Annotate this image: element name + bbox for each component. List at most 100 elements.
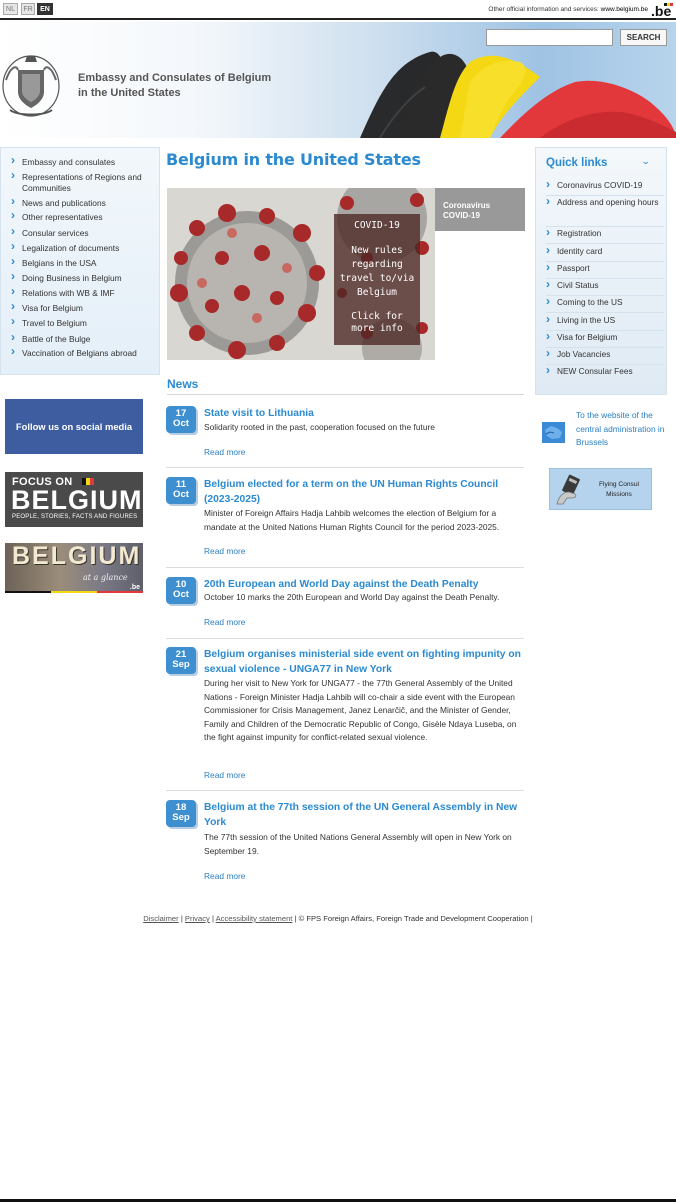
read-more-link[interactable]: Read more	[204, 871, 245, 881]
nav-item-visa[interactable]: Visa for Belgium	[11, 301, 157, 314]
language-nl[interactable]: NL	[3, 3, 18, 15]
flying-consul-banner[interactable]: Flying Consul Missions	[549, 468, 652, 510]
news-separator	[166, 790, 524, 791]
nav-item-relations-wb-imf[interactable]: Relations with WB & IMF	[11, 286, 157, 299]
covid-banner[interactable]: COVID-19 New rules regarding travel to/v…	[167, 188, 435, 360]
news-summary: Minister of Foreign Affairs Hadja Lahbib…	[204, 508, 500, 532]
covid-box-more: Click for more info	[351, 311, 403, 334]
news-date-month: Sep	[172, 812, 190, 823]
other-info: Other official information and services:…	[488, 6, 648, 13]
left-navigation: Embassy and consulates Representations o…	[0, 147, 160, 375]
covid-tab[interactable]: Coronavirus COVID-19	[435, 188, 525, 231]
news-summary: During her visit to New York for UNGA77 …	[204, 678, 517, 742]
news-separator	[166, 467, 524, 468]
news-summary: The 77th session of the United Nations G…	[204, 832, 512, 856]
news-divider	[167, 394, 524, 395]
quick-link-living-in-us[interactable]: Living in the US	[546, 313, 664, 331]
read-more-link[interactable]: Read more	[204, 770, 245, 780]
coat-of-arms-icon	[2, 55, 60, 117]
quick-link-address[interactable]: Address and opening hours	[546, 195, 664, 227]
quick-links-title: Quick links	[546, 157, 608, 169]
language-fr[interactable]: FR	[21, 3, 35, 15]
glance-title: BELGIUM	[12, 543, 142, 570]
quick-link-coming-to-us[interactable]: Coming to the US	[546, 295, 664, 313]
chevron-down-icon[interactable]: ⌄	[641, 156, 651, 167]
search-input[interactable]	[486, 29, 613, 46]
news-separator	[166, 638, 524, 639]
quick-link-civil-status[interactable]: Civil Status	[546, 278, 664, 296]
search-button[interactable]: SEARCH	[620, 29, 667, 46]
site-title[interactable]: Embassy and Consulates of Belgium in the…	[78, 71, 308, 101]
quick-link-job-vacancies[interactable]: Job Vacancies	[546, 347, 664, 365]
site-title-line1: Embassy and Consulates of Belgium	[78, 72, 272, 84]
read-more-link[interactable]: Read more	[204, 617, 245, 627]
news-date-badge: 17 Oct	[166, 406, 196, 433]
news-item: 11 Oct Belgium elected for a term on the…	[166, 477, 524, 568]
covid-box-text: New rules regarding travel to/via Belgiu…	[339, 245, 415, 298]
news-date-month: Oct	[173, 589, 189, 600]
page-title: Belgium in the United States	[166, 150, 421, 169]
news-heading: News	[167, 377, 199, 391]
nav-item-representations[interactable]: Representations of Regions and Communiti…	[11, 170, 157, 193]
focus-on-belgium-banner[interactable]: FOCUS ON BELGIUM PEOPLE, STORIES, FACTS …	[5, 472, 143, 527]
social-media-banner[interactable]: Follow us on social media	[5, 399, 143, 454]
nav-item-consular-services[interactable]: Consular services	[11, 226, 157, 239]
nav-item-vaccination[interactable]: Vaccination of Belgians abroad	[11, 346, 157, 359]
news-title[interactable]: Belgium elected for a term on the UN Hum…	[204, 477, 522, 507]
news-item: 17 Oct State visit to Lithuania Solidari…	[166, 406, 524, 468]
news-title[interactable]: State visit to Lithuania	[204, 406, 522, 421]
quick-link-passport[interactable]: Passport	[546, 261, 664, 279]
read-more-link[interactable]: Read more	[204, 447, 245, 457]
news-separator	[166, 567, 524, 568]
covid-tab-line2: COVID-19	[443, 211, 480, 220]
belgium-be-link[interactable]: www.belgium.be	[601, 6, 648, 13]
glance-be-logo: .be	[129, 584, 140, 591]
nav-item-other-representatives[interactable]: Other representatives	[11, 210, 157, 223]
news-title[interactable]: Belgium organises ministerial side event…	[204, 647, 522, 677]
nav-item-belgians-in-usa[interactable]: Belgians in the USA	[11, 256, 157, 269]
belgium-at-a-glance-banner[interactable]: BELGIUM at a glance .be	[5, 543, 143, 593]
focus-on-subtitle: PEOPLE, STORIES, FACTS AND FIGURES	[12, 514, 138, 520]
belgium-map-icon[interactable]	[542, 422, 565, 443]
quick-link-consular-fees[interactable]: NEW Consular Fees	[546, 364, 664, 382]
nav-item-doing-business[interactable]: Doing Business in Belgium	[11, 271, 157, 284]
news-date-badge: 18 Sep	[166, 800, 196, 827]
focus-on-title: BELGIUM	[11, 485, 143, 515]
quick-link-covid[interactable]: Coronavirus COVID-19	[546, 178, 664, 196]
language-en[interactable]: EN	[37, 3, 53, 15]
footer-separator: |	[530, 914, 533, 923]
news-date-badge: 10 Oct	[166, 577, 196, 604]
covid-tab-line1: Coronavirus	[443, 201, 491, 210]
news-title[interactable]: 20th European and World Day against the …	[204, 577, 522, 592]
news-date-month: Sep	[172, 659, 190, 670]
quick-link-visa[interactable]: Visa for Belgium	[546, 330, 664, 348]
belgium-be-logo[interactable]: .be	[650, 2, 674, 19]
news-date-month: Oct	[173, 418, 189, 429]
nav-item-legalization[interactable]: Legalization of documents	[11, 241, 157, 254]
covid-box-title: COVID-19	[354, 220, 400, 231]
news-item: 10 Oct 20th European and World Day again…	[166, 577, 524, 639]
quick-link-registration[interactable]: Registration	[546, 226, 664, 244]
covid-info-box: COVID-19 New rules regarding travel to/v…	[334, 214, 420, 345]
news-date-month: Oct	[173, 489, 189, 500]
nav-item-embassy-and-consulates[interactable]: Embassy and consulates	[11, 155, 157, 168]
central-administration-link[interactable]: To the website of the central administra…	[576, 409, 666, 450]
news-title[interactable]: Belgium at the 77th session of the UN Ge…	[204, 800, 522, 830]
disclaimer-link[interactable]: Disclaimer	[143, 914, 178, 923]
read-more-link[interactable]: Read more	[204, 546, 245, 556]
quick-link-identity-card[interactable]: Identity card	[546, 244, 664, 262]
flying-consul-text: Flying Consul Missions	[599, 481, 639, 498]
nav-item-battle-of-the-bulge[interactable]: Battle of the Bulge	[11, 332, 157, 345]
site-title-line2: in the United States	[78, 87, 181, 99]
news-summary: Solidarity rooted in the past, cooperati…	[204, 422, 435, 432]
news-summary: October 10 marks the 20th European and W…	[204, 592, 500, 602]
accessibility-link[interactable]: Accessibility statement	[216, 914, 293, 923]
privacy-link[interactable]: Privacy	[185, 914, 210, 923]
top-bar: NL FR EN Other official information and …	[0, 0, 676, 20]
news-item: 21 Sep Belgium organises ministerial sid…	[166, 647, 524, 791]
news-date-badge: 21 Sep	[166, 647, 196, 674]
nav-item-travel[interactable]: Travel to Belgium	[11, 316, 157, 329]
nav-item-news-and-publications[interactable]: News and publications	[11, 196, 157, 209]
glance-subtitle: at a glance	[83, 573, 128, 582]
news-date-badge: 11 Oct	[166, 477, 196, 504]
